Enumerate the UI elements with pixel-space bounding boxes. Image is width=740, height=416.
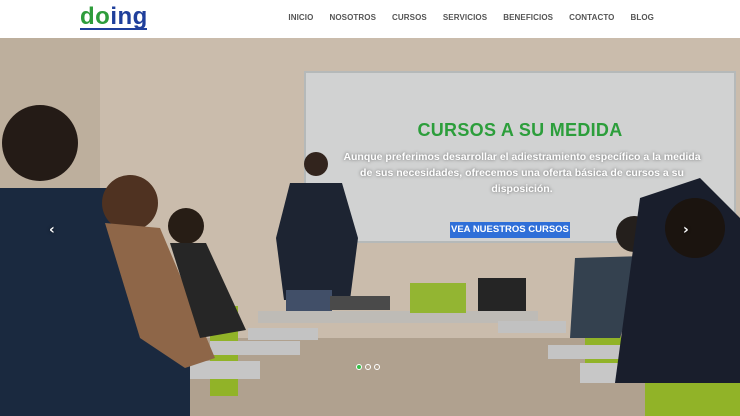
logo-text-do: do [80,3,111,30]
slider-dots [356,364,380,370]
logo-underline [80,28,147,30]
nav-cursos[interactable]: CURSOS [384,12,435,24]
nav-servicios[interactable]: SERVICIOS [435,12,495,24]
nav-nosotros[interactable]: NOSOTROS [321,12,384,24]
nav-inicio[interactable]: INICIO [280,12,321,24]
hero-title: CURSOS A SU MEDIDA [417,120,623,140]
view-courses-button[interactable]: VEA NUESTROS CURSOS [450,222,570,238]
classroom-photo [0,38,740,416]
slider-dot-3[interactable] [374,364,380,370]
nav-beneficios[interactable]: BENEFICIOS [495,12,561,24]
site-header: doing INICIO NOSOTROS CURSOS SERVICIOS B… [0,0,740,38]
main-nav: INICIO NOSOTROS CURSOS SERVICIOS BENEFIC… [280,12,662,24]
nav-contacto[interactable]: CONTACTO [561,12,622,24]
slider-dot-2[interactable] [365,364,371,370]
nav-blog[interactable]: BLOG [622,12,662,24]
hero-description: Aunque preferimos desarrollar el adiestr… [343,151,701,195]
chevron-left-icon[interactable]: ‹ [49,222,55,238]
slider-dot-1[interactable] [356,364,362,370]
hero-slider: CURSOS A SU MEDIDA Aunque preferimos des… [0,38,740,416]
chevron-right-icon[interactable]: › [683,222,689,238]
logo-text-ing: ing [110,3,148,30]
logo[interactable]: doing [80,3,148,31]
